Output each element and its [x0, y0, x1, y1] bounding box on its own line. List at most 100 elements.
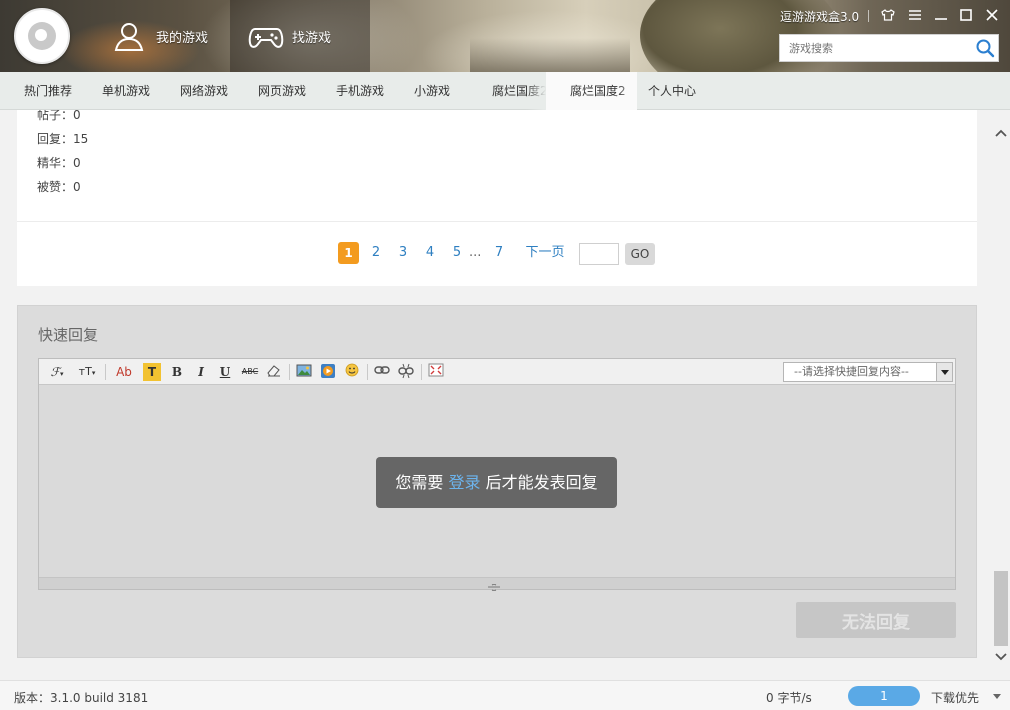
- fullscreen-icon: [428, 363, 444, 380]
- quick-reply-title: 快速回复: [38, 326, 99, 344]
- quick-reply-panel: 快速回复 ℱ▾ тT▾ Ab T B I U ABC --请选择快捷回复内容--…: [17, 305, 977, 658]
- tab-web-games[interactable]: 网页游戏: [234, 72, 312, 110]
- tab-mobile[interactable]: 手机游戏: [312, 72, 390, 110]
- page-go-button[interactable]: GO: [625, 243, 655, 265]
- scrollbar-thumb[interactable]: [994, 571, 1008, 646]
- app-logo[interactable]: [14, 8, 70, 64]
- app-title: 逗游游戏盒3.0: [780, 10, 860, 24]
- download-priority-select[interactable]: 下载优先: [931, 689, 979, 706]
- tab-online[interactable]: 网络游戏: [156, 72, 234, 110]
- stat-featured: 精华：0: [37, 156, 81, 170]
- pagination: 1 2 3 4 5 ... 7 下一页 GO: [17, 238, 977, 268]
- eraser-button[interactable]: [265, 363, 283, 381]
- version-label: 版本：3.1.0 build 3181: [14, 691, 149, 705]
- underline-button[interactable]: U: [217, 363, 233, 381]
- scroll-up-button[interactable]: [992, 124, 1010, 142]
- resize-grip-icon: [487, 580, 501, 592]
- menu-button[interactable]: [904, 6, 926, 26]
- search-button[interactable]: [974, 37, 996, 59]
- video-play-icon: [320, 364, 336, 382]
- page-1-current[interactable]: 1: [338, 242, 359, 264]
- insert-emoji-button[interactable]: [343, 363, 361, 381]
- nav-find-games[interactable]: 找游戏: [230, 0, 370, 72]
- minimize-icon: [935, 9, 947, 23]
- page-last[interactable]: 7: [491, 242, 507, 264]
- toolbar-separator: [105, 364, 106, 380]
- toolbar-separator: [289, 364, 290, 380]
- highlight-button[interactable]: T: [143, 363, 161, 381]
- page-4[interactable]: 4: [422, 242, 438, 264]
- chevron-down-icon: [992, 653, 1010, 669]
- chevron-down-icon[interactable]: [993, 694, 1001, 699]
- close-icon: [986, 8, 998, 24]
- stat-replies: 回复：15: [37, 132, 89, 146]
- insert-link-button[interactable]: [373, 363, 391, 381]
- minimize-button[interactable]: [930, 6, 952, 26]
- unlink-button[interactable]: [397, 363, 415, 381]
- tab-state-of-decay-2[interactable]: 腐烂国度2: [468, 72, 546, 110]
- gamepad-icon: [248, 19, 284, 53]
- status-bar: 版本：3.1.0 build 3181 0 字节/s 1 下载优先: [0, 680, 1010, 710]
- italic-button[interactable]: I: [193, 363, 209, 381]
- header-banner-ruins: [470, 38, 630, 72]
- page-2[interactable]: 2: [368, 242, 384, 264]
- login-tip-prefix: 您需要: [395, 473, 444, 492]
- login-link[interactable]: 登录: [448, 473, 480, 492]
- tab-mini-games[interactable]: 小游戏: [390, 72, 468, 110]
- editor-toolbar: ℱ▾ тT▾ Ab T B I U ABC --请选择快捷回复内容--: [39, 359, 955, 385]
- download-speed: 0 字节/s: [766, 691, 812, 705]
- skin-button[interactable]: [877, 6, 899, 26]
- page-ellipsis: ...: [469, 245, 482, 260]
- fullscreen-button[interactable]: [427, 363, 445, 381]
- download-count-badge[interactable]: 1: [848, 686, 920, 706]
- stat-likes: 被赞：0: [37, 180, 81, 194]
- font-size-button[interactable]: тT▾: [75, 363, 99, 381]
- page-content: 帖子：0 回复：15 精华：0 被赞：0 1 2 3 4 5 ... 7 下一页…: [0, 110, 992, 680]
- tab-single-player[interactable]: 单机游戏: [78, 72, 156, 110]
- category-tabs: 热门推荐 单机游戏 网络游戏 网页游戏 手机游戏 小游戏 腐烂国度2 腐烂国度2…: [0, 72, 1010, 110]
- game-search-box: [779, 34, 999, 62]
- font-family-button[interactable]: ℱ▾: [47, 363, 67, 381]
- strikethrough-button[interactable]: ABC: [239, 363, 261, 381]
- reply-editor: ℱ▾ тT▾ Ab T B I U ABC --请选择快捷回复内容-- 您需要 …: [38, 358, 956, 592]
- quick-reply-select[interactable]: --请选择快捷回复内容--: [783, 362, 953, 382]
- text-color-button[interactable]: Ab: [113, 363, 135, 381]
- insert-video-button[interactable]: [319, 363, 337, 381]
- unlink-icon: [398, 363, 414, 382]
- maximize-button[interactable]: [955, 6, 977, 26]
- insert-image-button[interactable]: [295, 363, 313, 381]
- login-tip-suffix: 后才能发表回复: [485, 473, 598, 492]
- chevron-down-icon: [936, 363, 952, 381]
- nav-find-games-label: 找游戏: [292, 30, 332, 46]
- card-divider: [17, 221, 977, 222]
- tab-user-center[interactable]: 个人中心: [624, 72, 716, 110]
- app-header: 我的游戏 找游戏 逗游游戏盒3.0: [0, 0, 1010, 72]
- toolbar-separator: [367, 364, 368, 380]
- toolbar-separator: [421, 364, 422, 380]
- eraser-icon: [266, 365, 282, 380]
- nav-my-games-label: 我的游戏: [156, 30, 209, 46]
- bold-button[interactable]: B: [169, 363, 185, 381]
- page-jump-input[interactable]: [579, 243, 619, 265]
- skin-icon: [881, 8, 895, 24]
- next-page-link[interactable]: 下一页: [520, 242, 570, 264]
- nav-my-games[interactable]: 我的游戏: [108, 0, 230, 72]
- smiley-icon: [345, 363, 359, 380]
- search-input[interactable]: [780, 35, 970, 61]
- reply-submit-button[interactable]: 无法回复: [796, 602, 956, 638]
- editor-resize-handle[interactable]: [39, 577, 955, 592]
- close-button[interactable]: [981, 6, 1003, 26]
- page-3[interactable]: 3: [395, 242, 411, 264]
- title-separator: [868, 10, 869, 22]
- search-icon: [974, 39, 996, 62]
- quick-reply-select-value: --请选择快捷回复内容--: [794, 365, 909, 378]
- tab-hot[interactable]: 热门推荐: [0, 72, 78, 110]
- login-required-tip: 您需要 登录 后才能发表回复: [376, 457, 617, 508]
- scroll-down-button[interactable]: [992, 648, 1010, 666]
- chevron-up-icon: [992, 129, 1010, 145]
- page-5[interactable]: 5: [449, 242, 465, 264]
- stat-posts: 帖子：0: [37, 110, 81, 122]
- user-stats-card: 帖子：0 回复：15 精华：0 被赞：0 1 2 3 4 5 ... 7 下一页…: [17, 110, 977, 286]
- menu-icon: [909, 9, 921, 23]
- vertical-scrollbar[interactable]: [992, 110, 1010, 680]
